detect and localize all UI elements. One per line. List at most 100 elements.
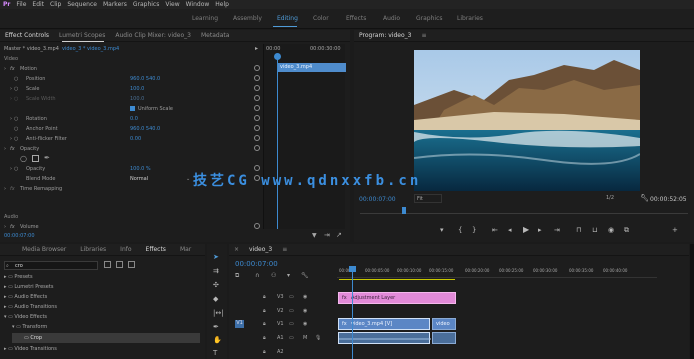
workspace-assembly[interactable]: Assembly: [233, 15, 262, 22]
tab-libraries[interactable]: Libraries: [80, 246, 106, 253]
resolution-select[interactable]: 1/2: [604, 194, 634, 203]
rectangle-mask-icon[interactable]: [32, 155, 39, 162]
32bit-effects-icon[interactable]: [116, 261, 123, 268]
reset-icon[interactable]: [254, 115, 260, 121]
stopwatch-icon[interactable]: ○: [14, 116, 18, 122]
workspace-graphics[interactable]: Graphics: [416, 15, 443, 22]
hand-tool-icon[interactable]: ✋: [213, 337, 222, 344]
nest-icon[interactable]: ⧉: [235, 272, 239, 280]
menu-edit[interactable]: Edit: [32, 1, 44, 8]
uniform-scale-checkbox[interactable]: [130, 106, 135, 111]
collapse-icon[interactable]: ›: [4, 146, 6, 152]
tab-info[interactable]: Info: [120, 246, 131, 253]
reset-icon[interactable]: [254, 95, 260, 101]
work-area-bar[interactable]: [339, 279, 455, 280]
timeline-settings-icon[interactable]: 🔧︎: [301, 272, 309, 279]
go-to-in-icon[interactable]: ⇤: [492, 227, 498, 234]
row-opacity-group[interactable]: › fx Opacity: [0, 144, 262, 154]
ellipse-mask-icon[interactable]: ○: [20, 154, 27, 163]
workspace-editing[interactable]: Editing: [277, 15, 298, 22]
blend-mode-select[interactable]: Normal: [130, 176, 148, 182]
menu-icon[interactable]: ≡: [421, 32, 426, 39]
tab-sequence[interactable]: video_3: [249, 246, 272, 253]
row-volume[interactable]: › fx Volume: [0, 222, 262, 232]
slip-tool-icon[interactable]: |↔|: [213, 310, 224, 317]
tree-audio-transitions[interactable]: ▸ ▭ Audio Transitions: [4, 304, 57, 310]
tree-video-transitions[interactable]: ▸ ▭ Video Transitions: [4, 346, 57, 352]
menu-clip[interactable]: Clip: [50, 1, 61, 8]
step-forward-icon[interactable]: ▸: [538, 227, 542, 234]
step-back-icon[interactable]: ◂: [508, 227, 512, 234]
expand-icon[interactable]: ›: [4, 224, 6, 230]
menu-view[interactable]: View: [165, 1, 179, 8]
program-timecode[interactable]: 00:00:07:00: [359, 196, 396, 203]
program-playhead[interactable]: [402, 207, 406, 214]
mini-playhead[interactable]: [277, 54, 278, 229]
master-clip-label[interactable]: Master * video_3.mp4: [4, 46, 59, 52]
tree-audio-effects[interactable]: ▸ ▭ Audio Effects: [4, 294, 47, 300]
tab-media-browser[interactable]: Media Browser: [22, 246, 66, 253]
stopwatch-icon[interactable]: ○: [14, 166, 18, 172]
source-patch[interactable]: V1: [235, 320, 244, 328]
mark-in-icon[interactable]: {: [458, 227, 462, 234]
expand-icon[interactable]: ›: [10, 116, 12, 122]
export-icon[interactable]: ↗: [336, 231, 342, 239]
timeline-playhead-handle[interactable]: [349, 266, 356, 272]
tab-effect-controls[interactable]: Effect Controls: [5, 32, 49, 39]
sync-lock-icon[interactable]: ▭: [289, 321, 294, 327]
menu-markers[interactable]: Markers: [103, 1, 127, 8]
timeline-timecode[interactable]: 00:00:07:00: [235, 260, 278, 268]
rotation-value[interactable]: 0.0: [130, 116, 138, 122]
lift-icon[interactable]: ⊓: [576, 227, 581, 234]
tab-lumetri-scopes[interactable]: Lumetri Scopes: [59, 32, 105, 39]
search-input[interactable]: ⌕ cro: [4, 261, 98, 270]
extract-icon[interactable]: ⊔: [592, 227, 597, 234]
add-button-icon[interactable]: +: [672, 227, 678, 234]
comparison-view-icon[interactable]: ⧉: [624, 227, 629, 234]
adjustment-layer-clip[interactable]: fx Adjustment Layer: [338, 292, 456, 304]
workspace-libraries[interactable]: Libraries: [457, 15, 483, 22]
time-ruler[interactable]: 00:00 00:00:05:00 00:00:10:00 00:00:15:0…: [337, 262, 657, 278]
tree-transform[interactable]: ▾ ▭ Transform: [12, 324, 47, 330]
opacity-value[interactable]: 100.0 %: [130, 166, 151, 172]
sync-lock-icon[interactable]: ▭: [289, 335, 294, 341]
menu-sequence[interactable]: Sequence: [67, 1, 97, 8]
effect-controls-timecode[interactable]: 00:00:07:00: [4, 233, 35, 239]
mark-out-icon[interactable]: }: [472, 227, 476, 234]
pen-tool-icon[interactable]: ✒: [213, 324, 219, 331]
reset-icon[interactable]: [254, 145, 260, 151]
reset-icon[interactable]: [254, 65, 260, 71]
tree-video-effects[interactable]: ▾ ▭ Video Effects: [4, 314, 47, 320]
lock-icon[interactable]: 🔒︎: [263, 308, 266, 314]
chevron-down-icon[interactable]: ⌄: [186, 176, 190, 182]
export-frame-icon[interactable]: ◉: [608, 227, 614, 234]
sync-lock-icon[interactable]: ▭: [289, 308, 294, 314]
close-icon[interactable]: ×: [234, 246, 239, 253]
workspace-color[interactable]: Color: [313, 15, 329, 22]
tree-crop[interactable]: ▭ Crop: [12, 333, 200, 343]
sequence-clip-link[interactable]: video_3 * video_3.mp4: [62, 46, 119, 52]
eye-icon[interactable]: ◉: [303, 308, 307, 314]
stopwatch-icon[interactable]: ○: [14, 86, 18, 92]
lock-icon[interactable]: 🔒︎: [263, 335, 266, 341]
linked-selection-icon[interactable]: ⚇: [271, 272, 276, 279]
expand-icon[interactable]: ›: [4, 186, 6, 192]
anchor-point-value[interactable]: 960.0 540.0: [130, 126, 160, 132]
reset-icon[interactable]: [254, 125, 260, 131]
workspace-learning[interactable]: Learning: [192, 15, 218, 22]
workspace-audio[interactable]: Audio: [383, 15, 400, 22]
tab-program[interactable]: Program: video_3: [359, 32, 411, 39]
stopwatch-icon[interactable]: ○: [14, 136, 18, 142]
snap-icon[interactable]: ⇥: [324, 231, 330, 239]
reset-icon[interactable]: [254, 135, 260, 141]
reset-icon[interactable]: [254, 105, 260, 111]
mini-timeline-clip[interactable]: video_3.mp4: [278, 63, 346, 72]
program-scrubber[interactable]: [360, 210, 688, 214]
accelerated-effects-icon[interactable]: [104, 261, 111, 268]
lock-icon[interactable]: 🔒︎: [263, 321, 266, 327]
tree-presets[interactable]: ▸ ▭ Presets: [4, 274, 33, 280]
filter-icon[interactable]: ▼: [312, 232, 317, 239]
menu-window[interactable]: Window: [186, 1, 210, 8]
wrench-icon[interactable]: 🔧︎: [640, 194, 649, 202]
tab-effects[interactable]: Effects: [146, 246, 166, 253]
